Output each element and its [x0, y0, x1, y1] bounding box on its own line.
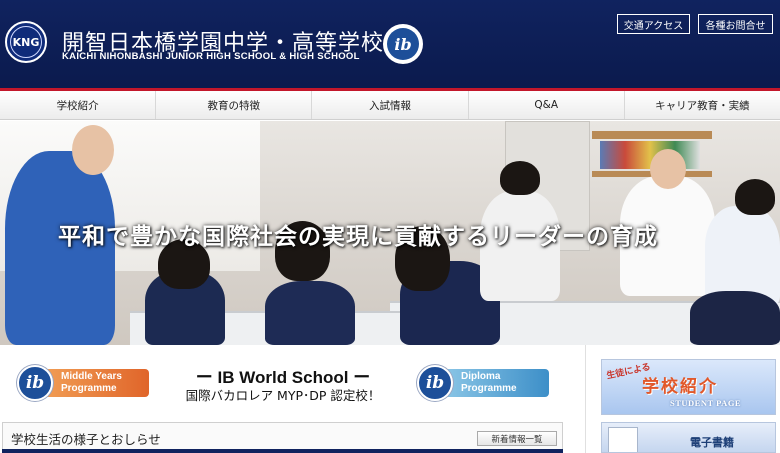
- seal-text: KNG: [10, 26, 42, 58]
- ib-logo-icon: ib: [387, 28, 419, 60]
- ib-logo-icon: ib: [17, 365, 53, 401]
- nav-item-admissions[interactable]: 入試情報: [312, 91, 469, 119]
- student-hair: [500, 161, 540, 195]
- nav-item-qa[interactable]: Q&A: [469, 91, 625, 119]
- student-hair: [735, 179, 775, 215]
- ebook-title: 電子書籍: [690, 436, 734, 449]
- dp-label: Diploma Programme: [437, 369, 549, 397]
- teacher-head: [72, 125, 114, 175]
- nav-item-career[interactable]: キャリア教育・実績: [625, 91, 780, 119]
- school-seal-logo[interactable]: KNG: [5, 21, 47, 63]
- column-divider: [585, 345, 586, 453]
- nav-item-education[interactable]: 教育の特徴: [156, 91, 313, 119]
- student-banner-title: 学校紹介: [642, 377, 718, 397]
- dp-banner[interactable]: Diploma Programme ib: [417, 365, 552, 401]
- ib-world-school-subtitle: 国際バカロレア MYP･DP 認定校！: [185, 388, 381, 403]
- hero-image: 平和で豊かな国際社会の実現に貢献するリーダーの育成: [0, 121, 780, 345]
- news-list-button[interactable]: 新着情報一覧: [477, 431, 557, 446]
- ib-logo-icon: ib: [417, 365, 453, 401]
- student-figure: [265, 281, 355, 345]
- shelf: [592, 131, 712, 139]
- site-header: KNG 開智日本橋学園中学・高等学校 KAICHI NIHONBASHI JUN…: [0, 0, 780, 88]
- access-button[interactable]: 交通アクセス: [617, 14, 690, 34]
- dp-line1: Diploma: [461, 371, 501, 382]
- myp-banner[interactable]: Middle Years Programme ib: [17, 365, 152, 401]
- news-title: 学校生活の様子とおしらせ: [11, 432, 161, 447]
- ebook-banner[interactable]: 電子書籍: [601, 422, 776, 453]
- ebook-thumbnail: [608, 427, 638, 452]
- contact-button[interactable]: 各種お問合せ: [698, 14, 773, 34]
- teacher-head: [650, 149, 686, 189]
- news-underline: [2, 449, 563, 453]
- student-banner-english: STUDENT PAGE: [670, 398, 742, 408]
- myp-line2: Programme: [61, 383, 117, 394]
- myp-line1: Middle Years: [61, 371, 122, 382]
- myp-label: Middle Years Programme: [37, 369, 149, 397]
- dp-line2: Programme: [461, 383, 517, 394]
- student-figure: [690, 291, 780, 345]
- student-page-banner[interactable]: 生徒による 学校紹介 STUDENT PAGE: [601, 359, 776, 415]
- ib-world-school-badge: ib: [383, 24, 423, 64]
- school-name-english: KAICHI NIHONBASHI JUNIOR HIGH SCHOOL & H…: [62, 51, 360, 62]
- main-nav: 学校紹介 教育の特徴 入試情報 Q&A キャリア教育・実績: [0, 91, 780, 120]
- nav-item-about[interactable]: 学校紹介: [0, 91, 157, 119]
- hero-slogan: 平和で豊かな国際社会の実現に貢献するリーダーの育成: [58, 223, 658, 250]
